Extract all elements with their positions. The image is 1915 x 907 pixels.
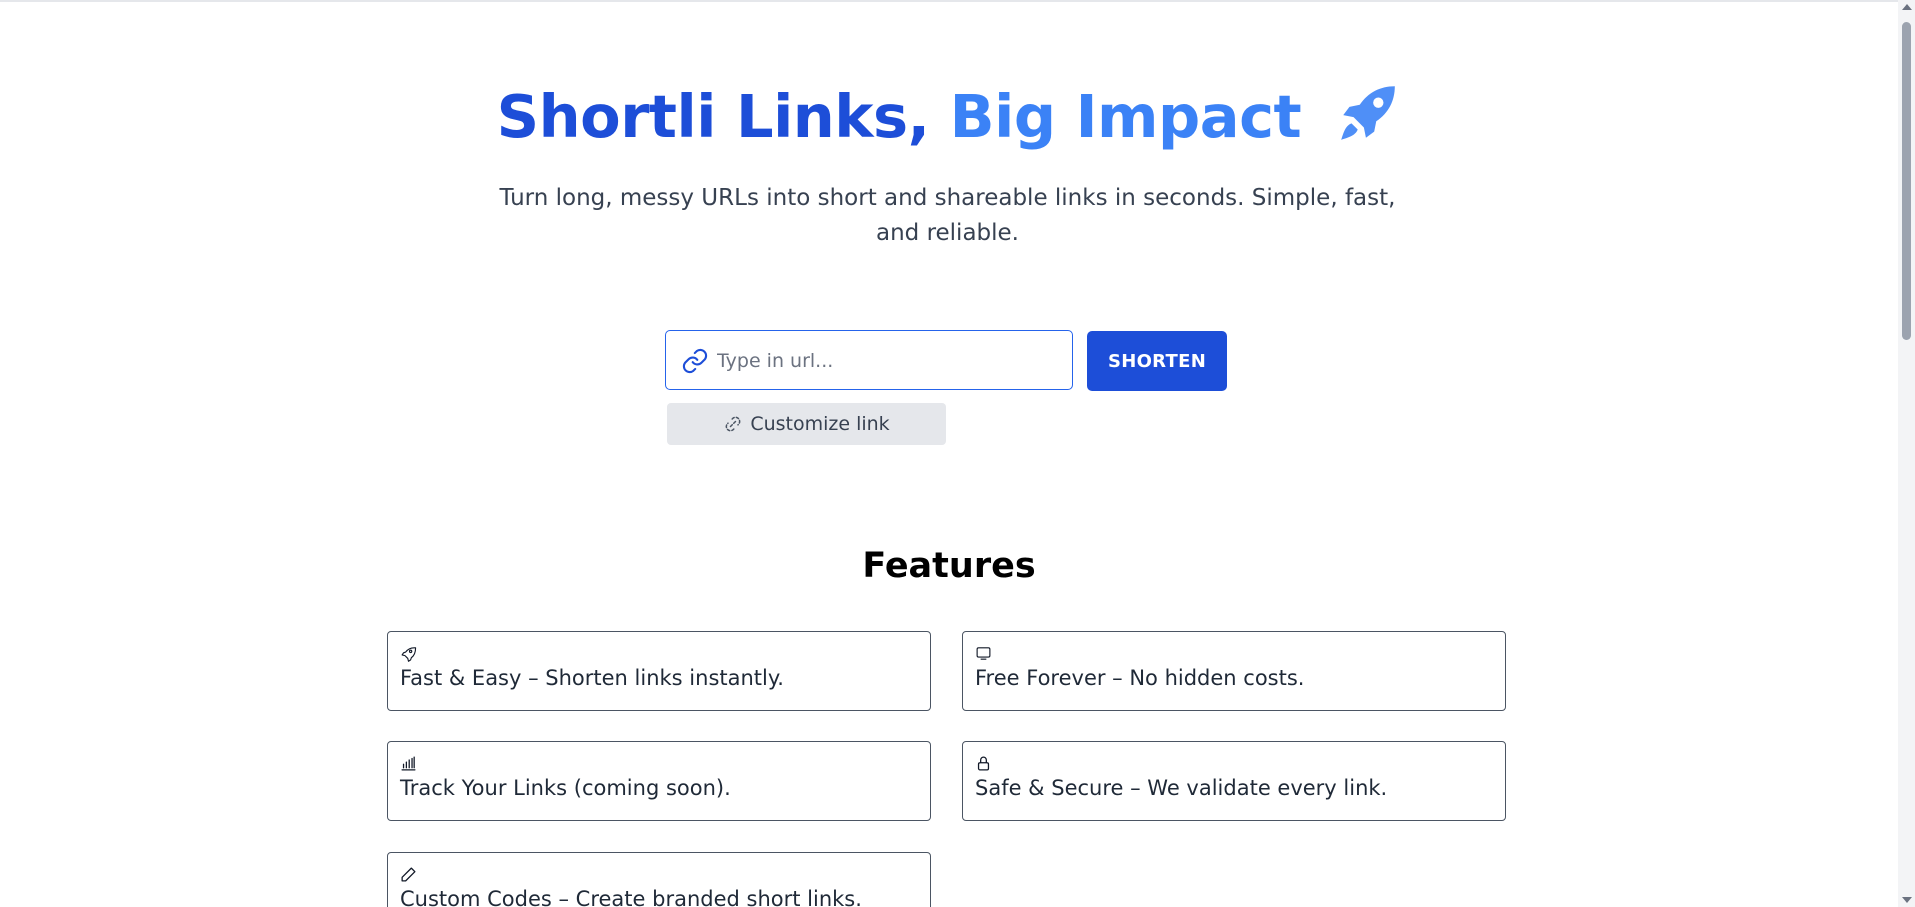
- url-input-container[interactable]: [665, 330, 1073, 390]
- customize-link-button[interactable]: Customize link: [667, 403, 946, 445]
- feature-card-free: Free Forever – No hidden costs.: [962, 631, 1506, 711]
- rocket-icon: [1335, 80, 1401, 146]
- feature-card-custom: Custom Codes – Create branded short link…: [387, 852, 931, 907]
- feature-text: Free Forever – No hidden costs.: [975, 666, 1305, 690]
- lock-icon: [975, 755, 992, 772]
- hero-title-part2: Big Impact: [949, 82, 1302, 151]
- scroll-down-arrow-icon[interactable]: [1902, 897, 1912, 903]
- scrollbar-thumb[interactable]: [1902, 22, 1911, 340]
- link-icon: [681, 347, 709, 375]
- feature-text: Custom Codes – Create branded short link…: [400, 887, 862, 907]
- hero-title-part1: Shortli Links,: [496, 82, 930, 151]
- pencil-icon: [400, 866, 417, 883]
- features-heading: Features: [862, 546, 1036, 586]
- rocket-icon: [400, 645, 417, 662]
- page: Shortli Links, Big Impact Turn long, mes…: [0, 0, 1898, 907]
- url-input[interactable]: [715, 341, 1059, 381]
- feature-card-track: Track Your Links (coming soon).: [387, 741, 931, 821]
- customize-link-label: Customize link: [750, 413, 890, 435]
- feature-card-secure: Safe & Secure – We validate every link.: [962, 741, 1506, 821]
- feature-card-fast: Fast & Easy – Shorten links instantly.: [387, 631, 931, 711]
- vertical-scrollbar[interactable]: [1898, 0, 1915, 907]
- feature-text: Track Your Links (coming soon).: [400, 776, 731, 800]
- feature-text: Fast & Easy – Shorten links instantly.: [400, 666, 784, 690]
- shorten-button[interactable]: SHORTEN: [1087, 331, 1227, 391]
- dashed-link-icon: [723, 414, 743, 434]
- monitor-icon: [975, 645, 992, 662]
- hero-title: Shortli Links, Big Impact: [0, 78, 1898, 156]
- bar-chart-icon: [400, 755, 417, 772]
- scroll-up-arrow-icon[interactable]: [1902, 4, 1912, 10]
- hero-subtitle: Turn long, messy URLs into short and sha…: [499, 185, 1396, 246]
- feature-text: Safe & Secure – We validate every link.: [975, 776, 1388, 800]
